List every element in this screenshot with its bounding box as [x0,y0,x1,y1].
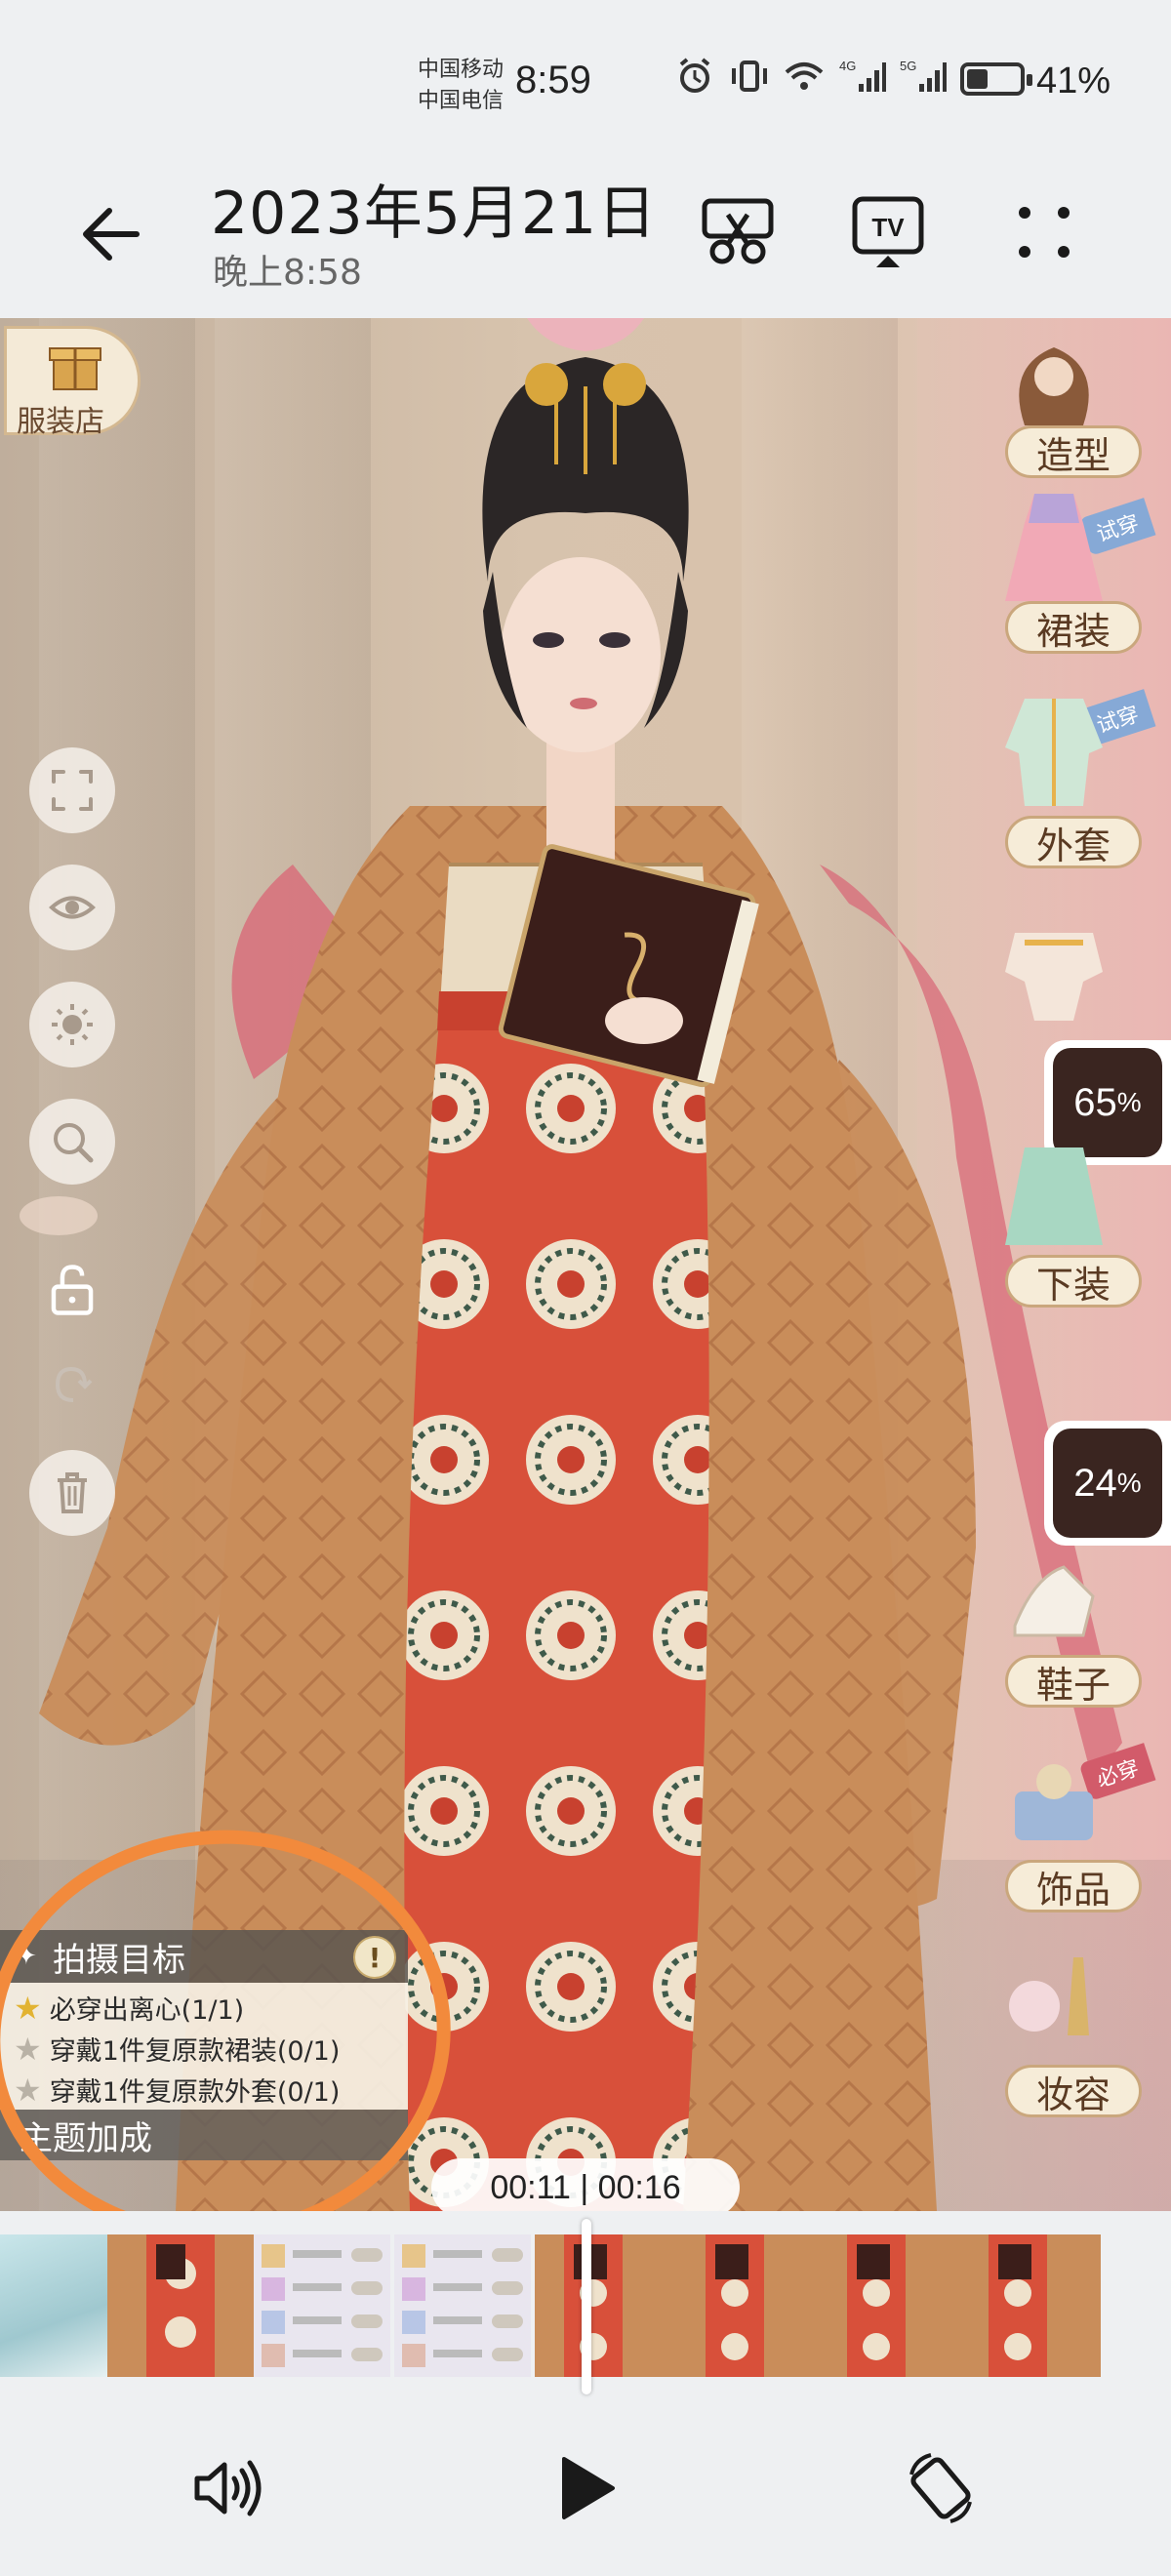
signal-5g-label: 5G [900,59,916,73]
battery-percent: 41% [1036,60,1111,101]
signal-4g-label: 4G [839,59,856,73]
unlock-icon [51,1265,94,1315]
signal-5g-icon: 5G [900,59,947,92]
progress-thumbnail: 24% [1053,1429,1162,1538]
svg-text:TV: TV [871,213,905,242]
dress-thumbnail-icon [1005,494,1103,601]
category-dress[interactable]: 试穿 裙装 [1005,474,1156,689]
shoes-thumbnail-icon [1013,1565,1095,1637]
clothing-shop-button[interactable]: 服装店 [4,326,141,439]
play-button[interactable] [537,2439,634,2537]
eye-icon [49,896,96,919]
wifi-icon [785,62,824,90]
progress-unit: % [1116,1087,1142,1117]
delete-button[interactable] [29,1450,115,1536]
battery-level [967,69,988,89]
progress-unit: % [1116,1468,1142,1498]
lighting-button[interactable] [29,982,115,1067]
category-accessories[interactable]: 必穿 饰品 [1005,1723,1156,1918]
hairstyle-thumbnail-icon [1019,347,1089,425]
playback-controls [0,2400,1171,2576]
timecode-label: 00:11 | 00:16 [431,2158,740,2211]
gift-box-icon [49,347,101,390]
top-thumbnail-icon [1005,933,1103,1021]
filmstrip-frame [535,2234,1101,2377]
category-bottoms[interactable]: 下装 [1005,1138,1151,1333]
category-label: 下装 [1005,1255,1142,1308]
download-progress-badge: 24% [1044,1421,1171,1546]
category-coat[interactable]: 试穿 外套 [1005,679,1156,894]
status-bar: 中国移动 中国电信 8:59 4G 5G 41% [0,0,1171,156]
volume-button[interactable] [178,2439,275,2537]
category-label: 鞋子 [1005,1655,1142,1708]
tv-cast-button[interactable]: TV [849,193,927,271]
more-icon [1019,207,1070,258]
carrier-labels: 中国移动 中国电信 [418,55,504,117]
redo-icon [55,1366,93,1402]
signal-4g-icon: 4G [839,59,886,92]
play-icon [562,2457,615,2519]
cut-icon [702,198,774,264]
back-arrow-icon [83,208,140,261]
alarm-icon [679,58,710,93]
category-label: 裙装 [1005,601,1142,654]
rotate-screen-icon [909,2453,972,2523]
vibrate-icon [732,60,767,92]
unlock-button[interactable] [29,1247,115,1333]
carrier-2: 中国电信 [418,89,505,113]
page-title: 2023年5月21日 [211,180,658,248]
fullscreen-button[interactable] [29,747,115,833]
cut-button[interactable] [699,193,777,271]
status-icons: 4G 5G [673,57,947,96]
volume-icon [194,2460,262,2516]
status-time: 8:59 [515,59,591,101]
header: 2023年5月21日 晚上8:58 TV [0,146,1171,318]
redo-button[interactable] [29,1343,115,1429]
bottoms-thumbnail-icon [1005,1147,1103,1245]
playhead-scrubber[interactable] [582,2219,591,2395]
makeup-thumbnail-icon [1009,1957,1089,2035]
progress-value: 24 [1073,1461,1117,1505]
accessories-thumbnail-icon [1015,1764,1093,1840]
fullscreen-icon [52,770,93,811]
category-makeup[interactable]: 妆容 [1005,1938,1151,2133]
page-subtitle: 晚上8:58 [213,253,362,293]
category-label: 外套 [1005,816,1142,868]
trash-icon [58,1472,87,1513]
category-label: 妆容 [1005,2065,1142,2117]
filmstrip-frame [254,2234,390,2377]
battery-icon [960,62,1032,96]
hide-ui-button[interactable] [29,865,115,950]
zoom-icon [54,1123,94,1163]
category-shoes[interactable]: 鞋子 [1005,1538,1151,1733]
category-label: 饰品 [1005,1860,1142,1912]
tv-cast-icon: TV [852,196,924,267]
progress-value: 65 [1073,1080,1117,1124]
category-label: 造型 [1005,425,1142,478]
carrier-1: 中国移动 [418,58,505,82]
rotate-screen-button[interactable] [892,2439,989,2537]
back-button[interactable] [68,185,166,283]
clothing-shop-label: 服装店 [17,405,104,439]
filmstrip-frame [107,2234,254,2377]
filmstrip-frame [0,2234,107,2377]
coat-thumbnail-icon [1005,699,1103,806]
more-button[interactable] [1005,193,1083,271]
video-viewer[interactable]: 服装店 造型 试穿 裙装 试穿 外套 65 % 下装 24 % 鞋子 必穿 饰品… [0,318,1171,2211]
brightness-icon [52,1004,93,1045]
filmstrip-frame [394,2234,531,2377]
zoom-button[interactable] [29,1099,115,1185]
